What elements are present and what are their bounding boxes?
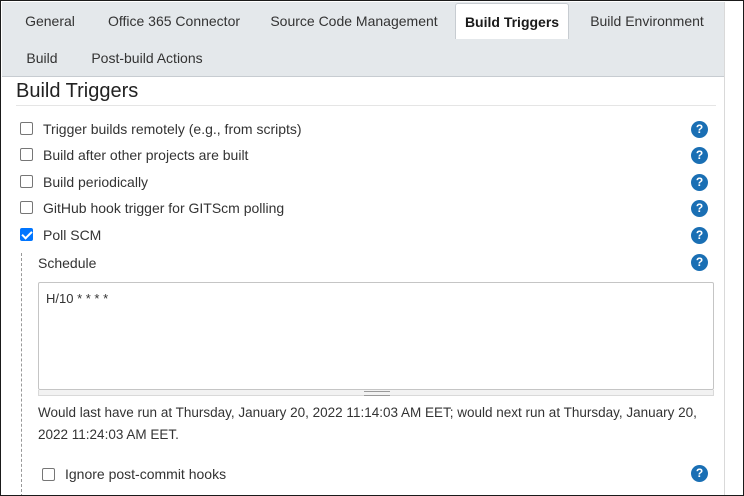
vertical-scrollbar[interactable] (724, 2, 743, 495)
config-tab-bar: General Office 365 Connector Source Code… (2, 2, 724, 77)
schedule-input[interactable]: H/10 * * * * (38, 282, 714, 390)
help-icon[interactable]: ? (691, 227, 708, 244)
build-after-other-projects-label[interactable]: Build after other projects are built (43, 147, 248, 163)
tab-build-environment[interactable]: Build Environment (581, 3, 713, 39)
tab-build[interactable]: Build (20, 40, 64, 76)
help-icon[interactable]: ? (691, 254, 708, 271)
section-divider (16, 105, 716, 106)
tab-office-365-connector[interactable]: Office 365 Connector (98, 3, 250, 39)
build-periodically-label[interactable]: Build periodically (43, 174, 148, 190)
github-hook-trigger-checkbox[interactable] (20, 201, 33, 214)
nested-block-guide (21, 253, 22, 495)
schedule-label: Schedule (38, 255, 97, 271)
poll-scm-label[interactable]: Poll SCM (43, 227, 101, 243)
trigger-remotely-checkbox[interactable] (20, 122, 33, 135)
tab-build-triggers[interactable]: Build Triggers (455, 3, 569, 39)
help-icon[interactable]: ? (691, 200, 708, 217)
ignore-post-commit-hooks-label[interactable]: Ignore post-commit hooks (65, 466, 226, 482)
textarea-resize-handle[interactable] (38, 390, 714, 396)
poll-scm-checkbox[interactable] (20, 228, 33, 241)
build-after-other-projects-checkbox[interactable] (20, 148, 33, 161)
help-icon[interactable]: ? (691, 174, 708, 191)
section-title: Build Triggers (16, 80, 139, 102)
trigger-remotely-label[interactable]: Trigger builds remotely (e.g., from scri… (43, 121, 302, 137)
tab-source-code-management[interactable]: Source Code Management (262, 3, 446, 39)
build-periodically-checkbox[interactable] (20, 175, 33, 188)
help-icon[interactable]: ? (691, 465, 708, 482)
help-icon[interactable]: ? (691, 121, 708, 138)
schedule-run-info: Would last have run at Thursday, January… (38, 405, 697, 442)
tab-general[interactable]: General (14, 3, 86, 39)
github-hook-trigger-label[interactable]: GitHub hook trigger for GITScm polling (43, 200, 284, 216)
jenkins-config-page: General Office 365 Connector Source Code… (0, 0, 744, 496)
ignore-post-commit-hooks-checkbox[interactable] (42, 468, 55, 481)
tab-post-build-actions[interactable]: Post-build Actions (82, 40, 212, 76)
help-icon[interactable]: ? (691, 147, 708, 164)
